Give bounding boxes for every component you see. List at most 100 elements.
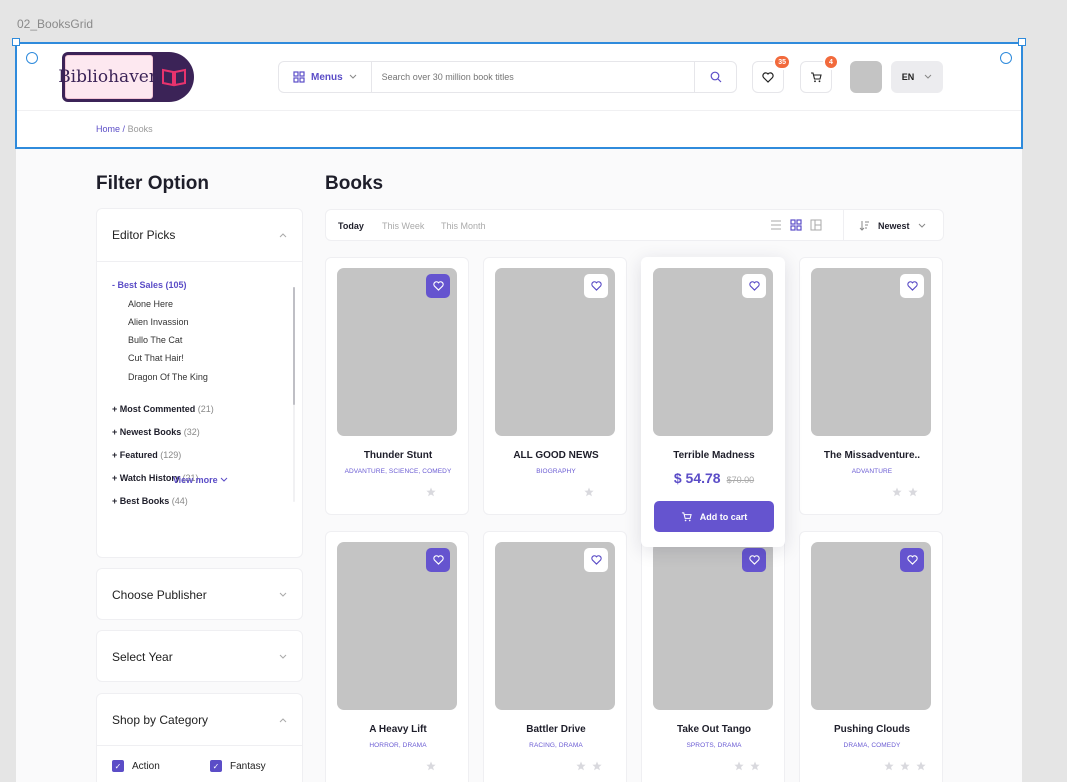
favorite-button[interactable] xyxy=(742,274,766,298)
star-icon xyxy=(900,761,910,771)
cart-button[interactable]: 4 xyxy=(800,54,839,93)
book-card[interactable]: ALL GOOD NEWS BIOGRAPHY xyxy=(483,257,627,515)
favorite-button[interactable] xyxy=(426,274,450,298)
category-action[interactable]: ✓ Action xyxy=(112,760,192,772)
book-card[interactable]: Take Out Tango SPROTS, DRAMA xyxy=(641,531,785,782)
filter-heading: Filter Option xyxy=(96,173,209,194)
site-header: Bibliohaven Menus 3 xyxy=(16,42,1022,149)
editor-picks-title: Editor Picks xyxy=(112,228,176,242)
book-title[interactable]: Thunder Stunt xyxy=(326,450,470,461)
publisher-panel[interactable]: Choose Publisher xyxy=(96,568,303,620)
book-card[interactable]: Battler Drive RACING, DRAMA xyxy=(483,531,627,782)
favorite-button[interactable] xyxy=(584,274,608,298)
sort-label: Newest xyxy=(878,220,910,231)
search-input[interactable] xyxy=(371,62,694,92)
split-view-icon[interactable] xyxy=(810,219,822,231)
year-title: Select Year xyxy=(112,650,173,664)
book-title[interactable]: Take Out Tango xyxy=(642,724,786,735)
open-book-icon xyxy=(162,68,186,87)
rating-stars xyxy=(884,761,926,771)
book-card[interactable]: Terrible Madness $ 54.78 $70.00 Add to cart xyxy=(641,257,785,547)
heart-icon xyxy=(748,555,760,565)
list-item[interactable]: Alien Invassion xyxy=(128,317,189,327)
language-selector[interactable]: EN xyxy=(891,61,943,93)
checkbox-checked[interactable]: ✓ xyxy=(112,760,124,772)
add-to-cart-button[interactable]: Add to cart xyxy=(654,501,774,532)
book-card[interactable]: Pushing Clouds DRAMA, COMEDY xyxy=(799,531,943,782)
chevron-down-icon xyxy=(918,223,925,228)
tab-this-week[interactable]: This Week xyxy=(382,221,424,231)
star-icon xyxy=(576,761,586,771)
book-title[interactable]: A Heavy Lift xyxy=(326,724,470,735)
search-bar: Menus xyxy=(278,61,737,93)
newest-books-group[interactable]: + Newest Books (32) xyxy=(112,427,200,437)
publisher-header[interactable]: Choose Publisher xyxy=(97,569,302,621)
book-card[interactable]: Thunder Stunt ADVANTURE, SCIENCE, COMEDY xyxy=(325,257,469,515)
best-sales-group[interactable]: - Best Sales (105) xyxy=(112,280,187,290)
rating-stars xyxy=(426,487,436,497)
wishlist-button[interactable]: 35 xyxy=(752,54,791,93)
tab-today[interactable]: Today xyxy=(338,221,364,231)
list-item[interactable]: Cut That Hair! xyxy=(128,353,184,363)
chevron-down-icon xyxy=(924,74,932,79)
favorite-button[interactable] xyxy=(900,548,924,572)
book-title[interactable]: The Missadventure.. xyxy=(800,450,944,461)
menus-dropdown[interactable]: Menus xyxy=(279,62,372,92)
list-item[interactable]: Bullo The Cat xyxy=(128,335,182,345)
heart-icon xyxy=(590,281,602,291)
checkbox-checked[interactable]: ✓ xyxy=(210,760,222,772)
list-view-icon[interactable] xyxy=(770,219,782,231)
sort-dropdown[interactable]: Newest xyxy=(859,220,926,231)
heart-icon xyxy=(762,71,774,83)
best-books-group[interactable]: + Best Books (44) xyxy=(112,496,188,506)
list-item[interactable]: Alone Here xyxy=(128,299,173,309)
heart-icon xyxy=(906,555,918,565)
chevron-up-icon xyxy=(279,717,287,722)
grid-view-icon[interactable] xyxy=(790,219,802,231)
search-button[interactable] xyxy=(694,62,736,92)
anchor-point[interactable] xyxy=(26,52,38,64)
anchor-point[interactable] xyxy=(1000,52,1012,64)
most-commented-group[interactable]: + Most Commented (21) xyxy=(112,404,214,414)
book-title[interactable]: Terrible Madness xyxy=(642,450,786,461)
book-genres: ADVANTURE xyxy=(851,468,893,475)
year-header[interactable]: Select Year xyxy=(97,631,302,683)
book-card[interactable]: A Heavy Lift HORROR, DRAMA xyxy=(325,531,469,782)
year-panel[interactable]: Select Year xyxy=(96,630,303,682)
star-icon xyxy=(426,761,436,771)
category-title: Shop by Category xyxy=(112,712,209,727)
menus-label: Menus xyxy=(311,71,343,83)
logo[interactable]: Bibliohaven xyxy=(58,52,194,102)
avatar[interactable] xyxy=(850,61,882,93)
books-toolbar: Today This Week This Month Newest xyxy=(325,209,944,241)
rating-stars xyxy=(734,761,760,771)
book-price: $ 54.78 $70.00 xyxy=(642,470,786,488)
editor-picks-panel: Editor Picks - Best Sales (105) Alone He… xyxy=(96,208,303,558)
favorite-button[interactable] xyxy=(584,548,608,572)
category-panel: Shop by Category ✓ Action ✓ Fantasy xyxy=(96,693,303,782)
book-title[interactable]: ALL GOOD NEWS xyxy=(484,450,628,461)
book-card[interactable]: The Missadventure.. ADVANTURE xyxy=(799,257,943,515)
featured-group[interactable]: + Featured (129) xyxy=(112,450,181,460)
favorite-button[interactable] xyxy=(426,548,450,572)
breadcrumb-home[interactable]: Home xyxy=(96,124,120,134)
search-icon xyxy=(710,71,721,83)
rating-stars xyxy=(584,487,594,497)
category-fantasy[interactable]: ✓ Fantasy xyxy=(210,760,290,772)
resize-handle[interactable] xyxy=(1018,38,1026,46)
book-title[interactable]: Battler Drive xyxy=(484,724,628,735)
resize-handle[interactable] xyxy=(12,38,20,46)
view-more-link[interactable]: View more xyxy=(97,475,304,485)
scrollbar-thumb[interactable] xyxy=(293,287,295,405)
favorite-button[interactable] xyxy=(742,548,766,572)
editor-picks-header[interactable]: Editor Picks xyxy=(97,209,302,261)
logo-wordmark: Bibliohaven xyxy=(58,55,160,99)
star-icon xyxy=(916,761,926,771)
list-item[interactable]: Dragon Of The King xyxy=(128,372,208,382)
book-genres: SPROTS, DRAMA xyxy=(686,742,742,749)
favorite-button[interactable] xyxy=(900,274,924,298)
category-header[interactable]: Shop by Category xyxy=(97,694,302,746)
book-title[interactable]: Pushing Clouds xyxy=(800,724,944,735)
tab-this-month[interactable]: This Month xyxy=(441,221,486,231)
star-icon xyxy=(584,487,594,497)
